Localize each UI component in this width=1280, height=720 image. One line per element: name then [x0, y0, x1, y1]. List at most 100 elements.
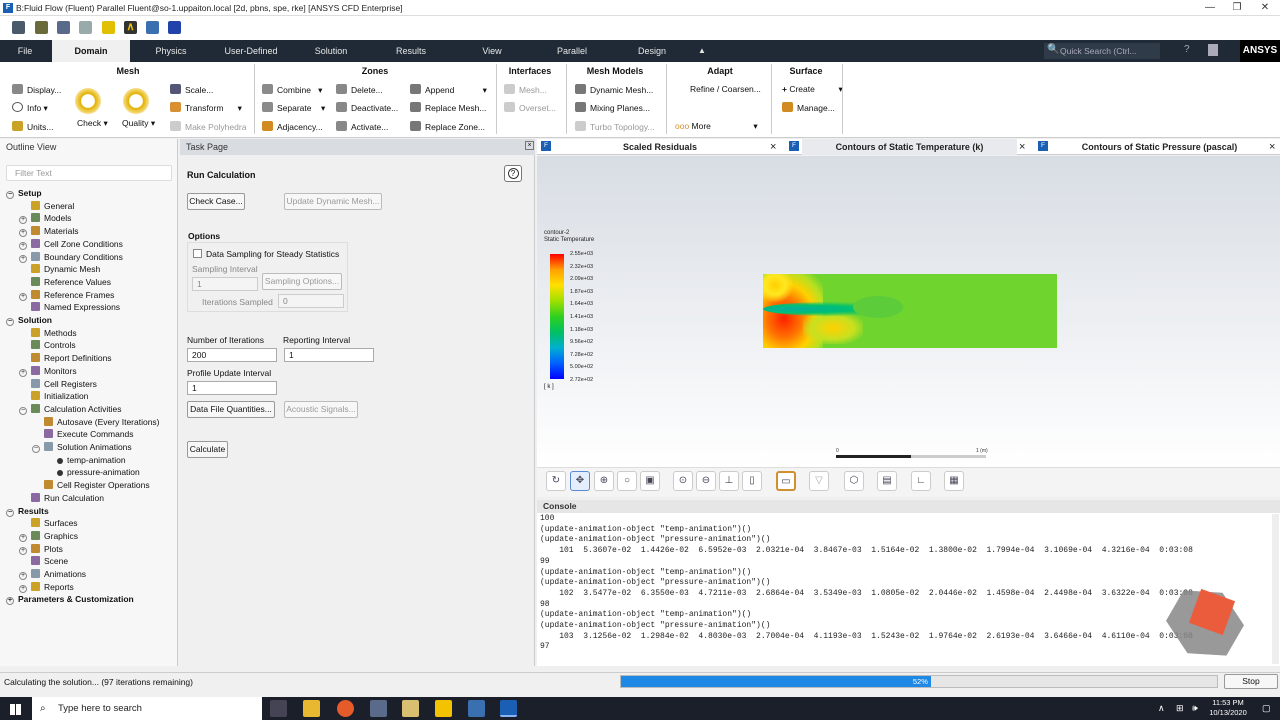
quality-button[interactable]: Quality ▾	[122, 118, 155, 129]
collapse-icon[interactable]: −	[6, 508, 14, 517]
outline-item[interactable]: Surfaces	[19, 518, 78, 528]
check-button[interactable]: Check ▾	[77, 118, 108, 129]
outline-item[interactable]: Report Definitions	[19, 353, 112, 363]
restore-icon[interactable]: ❐	[1222, 0, 1252, 16]
ansys-icon[interactable]: ∧	[124, 21, 137, 34]
layers-icon[interactable]: ▤	[877, 471, 897, 491]
expand-icon[interactable]: +	[19, 292, 27, 301]
read-icon[interactable]	[35, 21, 48, 34]
outline-item[interactable]: − Calculation Activities	[19, 403, 121, 415]
expand-icon[interactable]: +	[19, 241, 27, 250]
minimize-icon[interactable]: —	[1195, 0, 1225, 16]
app-icon[interactable]	[370, 700, 387, 717]
filter-text-input[interactable]: Filter Text	[6, 165, 172, 181]
overset-button[interactable]: Overset...	[504, 102, 556, 113]
zoom-box-icon[interactable]: ▣	[640, 471, 660, 491]
outline-item[interactable]: temp-animation	[45, 455, 126, 465]
info-button[interactable]: Info ▾	[12, 102, 48, 114]
menu-physics[interactable]: Physics	[140, 40, 202, 62]
units-button[interactable]: Units...	[12, 121, 53, 132]
axes-icon[interactable]: ⊥	[719, 471, 739, 491]
menu-file[interactable]: File	[0, 40, 50, 62]
expand-icon[interactable]: +	[6, 597, 14, 606]
outline-item[interactable]: General	[19, 200, 74, 211]
expand-icon[interactable]: +	[19, 368, 27, 377]
expand-icon[interactable]: +	[19, 546, 27, 555]
rotate-icon[interactable]: ↻	[546, 471, 566, 491]
outline-item[interactable]: + Reports	[19, 581, 74, 593]
acoustic-signals-button[interactable]: Acoustic Signals...	[284, 401, 358, 418]
turbo-topology-button[interactable]: Turbo Topology...	[575, 121, 655, 132]
save-icon[interactable]	[57, 21, 70, 34]
profile-update-interval-field[interactable]: 1	[187, 381, 277, 395]
zoom-in-icon[interactable]: ○	[617, 471, 637, 491]
deactivate-button[interactable]: Deactivate...	[336, 102, 398, 113]
outline-item[interactable]: Methods	[19, 327, 77, 338]
tab-contours-static-temperature[interactable]: Contours of Static Temperature (k)	[802, 139, 1017, 155]
sampling-options-button[interactable]: Sampling Options...	[262, 273, 342, 290]
close-icon[interactable]: ✕	[1250, 0, 1280, 16]
outline-item[interactable]: + Plots	[19, 543, 63, 555]
chevron-up-icon[interactable]: ∧	[1158, 703, 1165, 714]
collapse-icon[interactable]: −	[6, 318, 14, 326]
outline-item[interactable]: + Boundary Conditions	[19, 251, 123, 263]
number-of-iterations-field[interactable]: 200	[187, 348, 277, 362]
outline-item[interactable]: Cell Register Operations	[32, 480, 150, 490]
separate-button[interactable]: Separate ▾	[262, 102, 325, 114]
collapse-icon[interactable]: −	[6, 191, 14, 199]
journal-icon[interactable]	[146, 21, 159, 34]
zoom-out-icon[interactable]: ⊖	[696, 471, 716, 491]
combine-button[interactable]: Combine ▾	[262, 84, 322, 96]
outline-item[interactable]: + Cell Zone Conditions	[19, 238, 123, 250]
task-view-icon[interactable]	[270, 700, 287, 717]
notes-icon[interactable]	[1208, 44, 1218, 56]
data-sampling-checkbox[interactable]	[193, 249, 202, 258]
update-dynamic-mesh-button[interactable]: Update Dynamic Mesh...	[284, 193, 382, 210]
chart-icon[interactable]: ∟	[911, 471, 931, 491]
network-icon[interactable]: ⊞	[1176, 703, 1184, 714]
menu-solution[interactable]: Solution	[300, 40, 362, 62]
firefox-icon[interactable]	[337, 700, 354, 717]
close-tab-icon[interactable]: ×	[1269, 139, 1275, 155]
expand-icon[interactable]: +	[19, 229, 27, 238]
manage-surface-button[interactable]: Manage...	[782, 102, 835, 113]
calculate-button[interactable]: Calculate	[187, 441, 228, 458]
tab-scaled-residuals[interactable]: Scaled Residuals	[555, 139, 765, 155]
outline-item[interactable]: Reference Values	[19, 276, 111, 287]
outline-item[interactable]: − Setup	[6, 188, 42, 199]
outline-item[interactable]: pressure-animation	[45, 467, 140, 477]
pan-icon[interactable]: ✥	[570, 471, 590, 491]
expand-icon[interactable]: +	[19, 254, 27, 263]
reporting-interval-field[interactable]: 1	[284, 348, 374, 362]
outline-item[interactable]: − Results	[6, 506, 49, 517]
console-scrollbar[interactable]	[1272, 514, 1279, 664]
file-explorer-icon[interactable]	[303, 700, 320, 717]
append-button[interactable]: Append ▾	[410, 84, 487, 96]
help-icon[interactable]: ?	[1184, 44, 1190, 55]
check-mesh-icon[interactable]	[75, 88, 101, 114]
collapse-ribbon-icon[interactable]: ▲	[692, 40, 712, 62]
interfaces-mesh-button[interactable]: Mesh...	[504, 84, 547, 95]
dynamic-mesh-button[interactable]: Dynamic Mesh...	[575, 84, 653, 95]
volume-icon[interactable]: 🕪	[1192, 703, 1198, 714]
windows-start-icon[interactable]	[0, 697, 32, 720]
expand-icon[interactable]: +	[19, 584, 27, 593]
menu-design[interactable]: Design	[622, 40, 682, 62]
outline-item[interactable]: + Reference Frames	[19, 289, 114, 301]
menu-domain[interactable]: Domain	[52, 40, 130, 62]
outline-item[interactable]: + Parameters & Customization	[6, 594, 134, 606]
make-polyhedra-button[interactable]: Make Polyhedra	[170, 121, 246, 132]
lightning-icon[interactable]	[102, 21, 115, 34]
ansys-workbench-icon[interactable]	[435, 700, 452, 717]
transform-button[interactable]: Transform ▾	[170, 102, 242, 114]
outline-item[interactable]: + Graphics	[19, 530, 78, 542]
outline-item[interactable]: Cell Registers	[19, 378, 97, 389]
scale-button[interactable]: Scale...	[170, 84, 213, 95]
close-tab-icon[interactable]: ×	[770, 139, 776, 155]
help-icon[interactable]: ?	[504, 165, 522, 182]
outline-item[interactable]: − Solution Animations	[32, 442, 132, 453]
stop-button[interactable]: Stop	[1224, 674, 1278, 689]
outline-item[interactable]: Named Expressions	[19, 302, 120, 312]
data-file-quantities-button[interactable]: Data File Quantities...	[187, 401, 275, 418]
check-case-button[interactable]: Check Case...	[187, 193, 245, 210]
